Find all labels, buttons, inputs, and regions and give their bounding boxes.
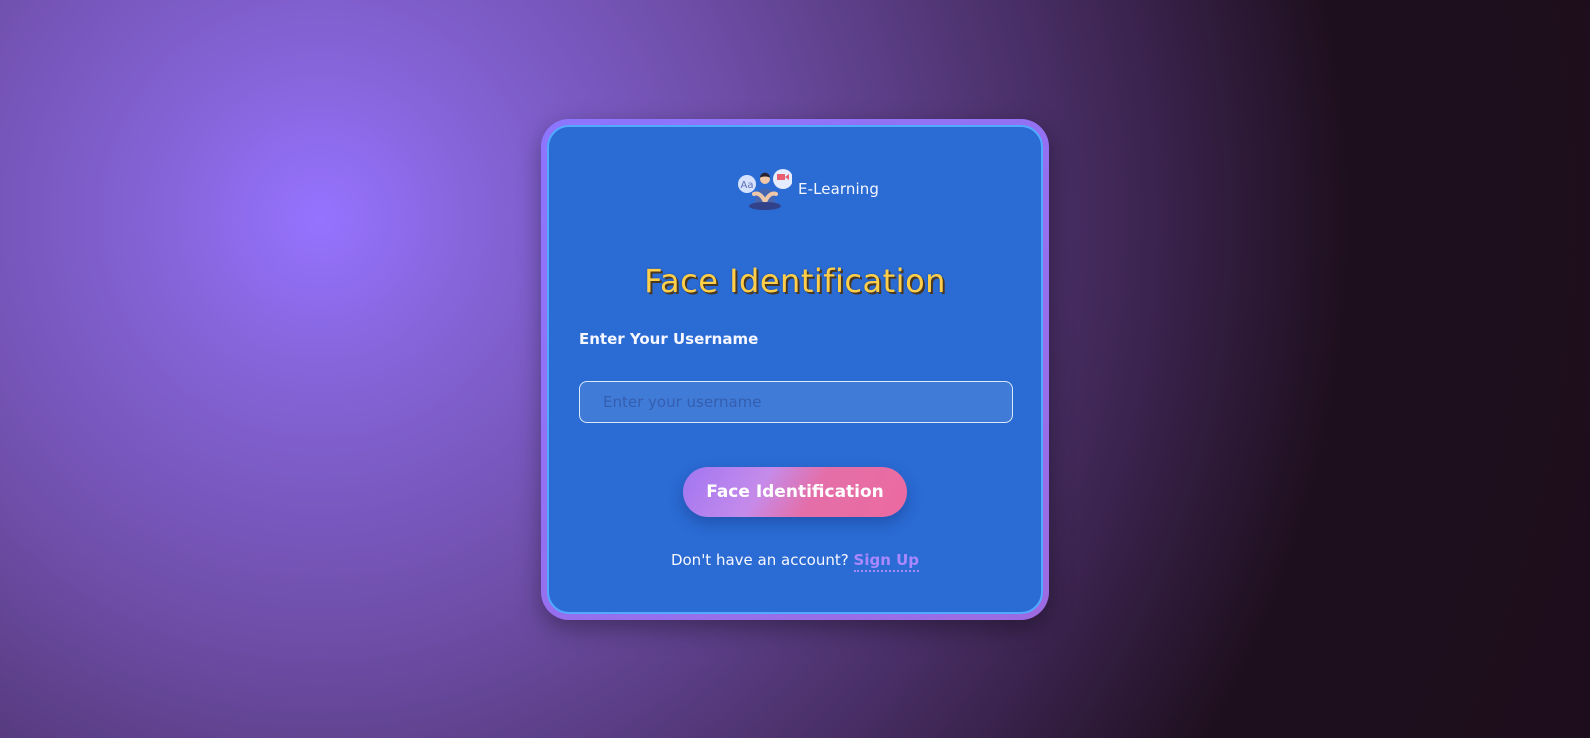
signup-prompt-text: Don't have an account?: [670, 551, 849, 569]
face-identification-button[interactable]: Face Identification: [683, 467, 907, 517]
signup-prompt: Don't have an account? Sign Up: [549, 551, 1041, 572]
brand-name: E-Learning: [798, 179, 880, 198]
username-input[interactable]: [579, 381, 1013, 423]
svg-text:Aa: Aa: [741, 180, 754, 191]
login-card-inner: Aa E-Learning Face Identification Enter …: [547, 125, 1043, 614]
brand: Aa E-Learning: [738, 166, 879, 212]
e-learning-logo-icon: Aa: [738, 169, 792, 210]
login-card: Aa E-Learning Face Identification Enter …: [541, 119, 1049, 620]
username-label: Enter Your Username: [579, 330, 759, 348]
signup-link[interactable]: Sign Up: [853, 551, 920, 572]
page-title: Face Identification: [644, 262, 946, 300]
